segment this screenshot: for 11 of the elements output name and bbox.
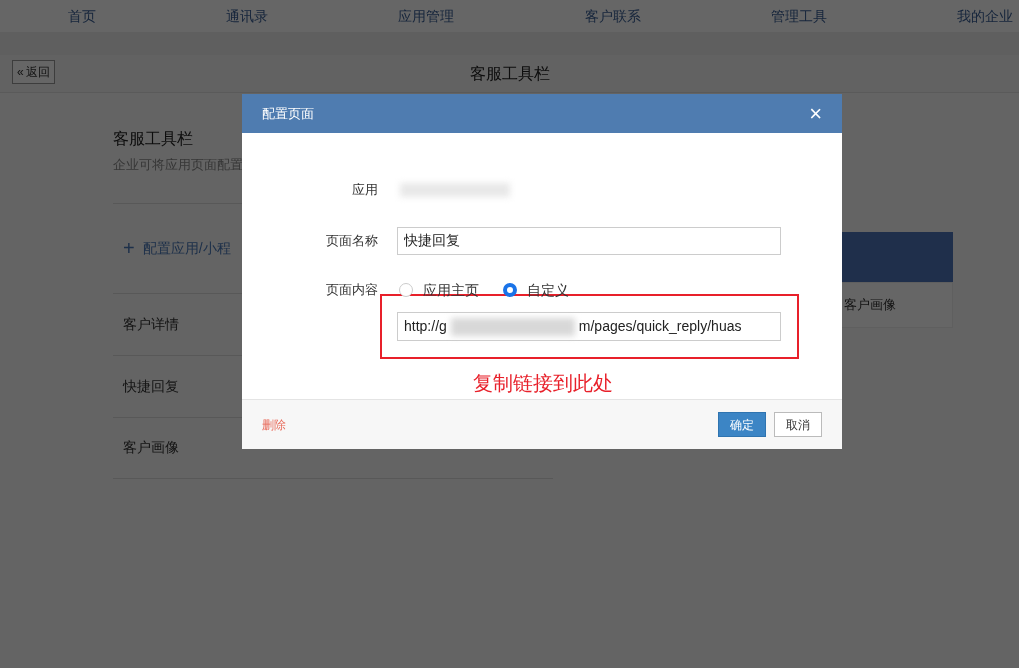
field-label: 应用 (351, 181, 378, 200)
field-label: 页面名称 (325, 232, 378, 251)
dialog-title: 配置页面 (262, 104, 314, 123)
annotation-text: 复制链接到此处 (473, 371, 613, 395)
section-title: 客服工具栏 (113, 129, 194, 149)
field-label: 页面内容 (325, 281, 378, 300)
plus-icon: + (123, 233, 135, 263)
double-chevron-icon: « (17, 63, 24, 81)
url-start: http://g (404, 317, 447, 336)
page-title: 客服工具栏 (469, 63, 550, 84)
url-end: m/pages/quick_reply/huas (578, 317, 742, 336)
